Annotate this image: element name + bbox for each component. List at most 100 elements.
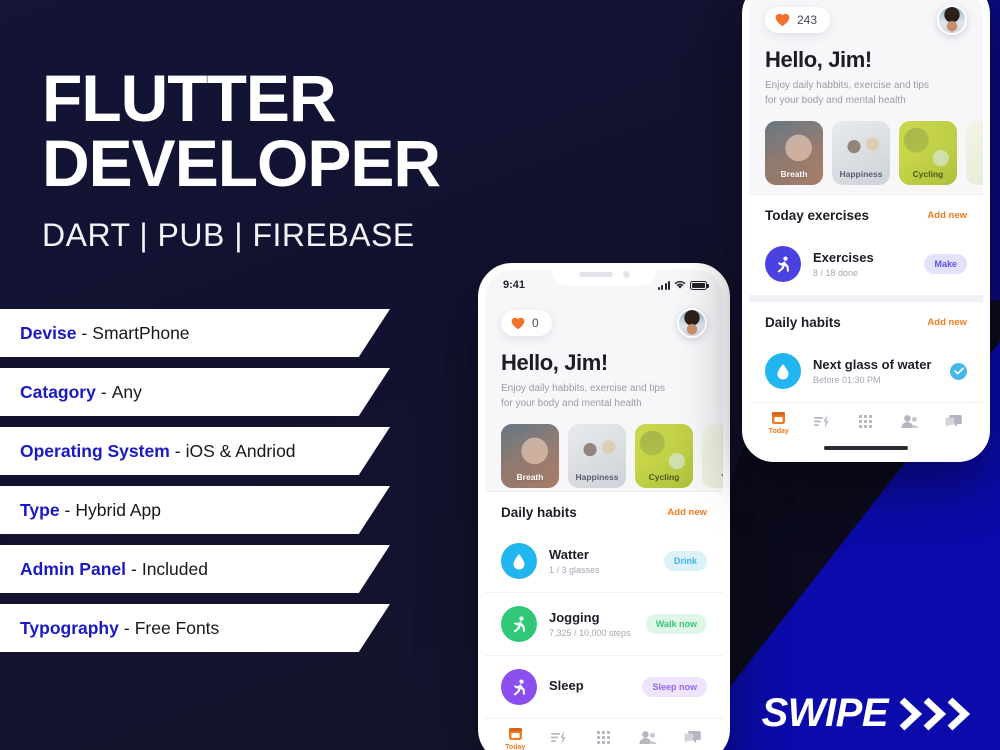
wifi-icon <box>674 281 686 289</box>
greeting-block: Hello, Jim! Enjoy daily habbits, exercis… <box>485 338 723 411</box>
feature-value: Included <box>141 558 208 579</box>
nav-item-stats[interactable] <box>803 414 841 432</box>
swipe-label: SWIPE <box>761 691 889 735</box>
people-icon <box>639 730 657 744</box>
nav-item-people[interactable] <box>629 730 667 748</box>
feature-key: Type <box>20 499 60 520</box>
water-drop-icon <box>501 543 537 579</box>
habit-row-sleep[interactable]: Sleep Sleep now <box>485 655 723 718</box>
habit-progress: 1 / 3 glasses <box>549 565 600 575</box>
chat-icon <box>945 414 962 428</box>
exercise-action-badge[interactable]: Make <box>924 254 967 275</box>
nav-item-today[interactable]: Today <box>496 726 534 750</box>
category-card-happiness[interactable]: Happiness <box>832 121 890 185</box>
category-card-yoga[interactable]: Yoga <box>702 424 723 488</box>
feature-value: Hybrid App <box>75 499 161 520</box>
heart-count-pill[interactable]: 0 <box>501 310 552 336</box>
habit-progress: 7,325 / 10,000 steps <box>549 628 631 638</box>
card-label: Breath <box>516 472 544 482</box>
avatar[interactable] <box>937 5 967 35</box>
category-card-happiness[interactable]: Happiness <box>568 424 626 488</box>
exercise-row[interactable]: Exercises 8 / 18 done Make <box>749 233 983 295</box>
card-photo <box>966 121 983 185</box>
nav-item-today[interactable]: Today <box>760 410 798 435</box>
feature-key: Typography <box>20 617 119 638</box>
habit-row-jogging[interactable]: Jogging 7,325 / 10,000 steps Walk now <box>485 592 723 655</box>
nav-label: Today <box>505 744 526 750</box>
chat-icon <box>684 730 702 743</box>
section-title: Daily habits <box>501 505 577 520</box>
nav-item-chat[interactable] <box>674 730 712 748</box>
habit-meta: Jogging 7,325 / 10,000 steps <box>549 610 634 638</box>
habit-meta: Next glass of water Before 01:30 PM <box>813 357 938 385</box>
grid-icon <box>859 414 873 428</box>
habit-action-badge[interactable]: Walk now <box>645 614 707 634</box>
avatar[interactable] <box>677 308 707 338</box>
nav-item-stats[interactable] <box>541 730 579 748</box>
section-title: Today exercises <box>765 208 870 224</box>
nav-label: Today <box>768 428 789 436</box>
feature-value: iOS & Andriod <box>185 440 296 461</box>
category-carousel[interactable]: Breath Happiness Cycling Yoga <box>485 411 723 491</box>
battery-icon <box>690 280 709 290</box>
bottom-navigation: Today <box>485 718 723 750</box>
category-card-breath[interactable]: Breath <box>501 424 559 488</box>
habit-name: Next glass of water <box>813 357 932 373</box>
habit-action-badge[interactable]: Drink <box>663 551 707 571</box>
feature-dash: - <box>64 499 71 520</box>
phone-center-screen: 9:41 0 Hello, Jim! Enjoy daily habbits, … <box>485 270 723 750</box>
heart-count-pill[interactable]: 243 <box>765 7 831 33</box>
habit-name: Sleep <box>549 678 584 693</box>
greeting-title: Hello, Jim! <box>765 47 872 72</box>
habit-row-next-glass-of-water[interactable]: Next glass of water Before 01:30 PM <box>749 340 983 402</box>
nav-item-grid[interactable] <box>847 414 885 432</box>
add-new-button[interactable]: Add new <box>927 210 967 221</box>
habit-action-badge[interactable]: Sleep now <box>642 677 707 697</box>
category-carousel[interactable]: Breath Happiness Cycling Yoga <box>749 108 983 194</box>
feature-item-devise: Devise - SmartPhone <box>0 309 390 357</box>
feature-item-type: Type - Hybrid App <box>0 486 390 534</box>
phone-mockup-center: 9:41 0 Hello, Jim! Enjoy daily habbits, … <box>478 263 730 750</box>
feature-item-typography: Typography - Free Fonts <box>0 604 390 652</box>
exercise-list: Exercises 8 / 18 done Make <box>749 233 983 296</box>
card-label: Breath <box>780 169 808 179</box>
habit-check-icon[interactable] <box>950 362 967 380</box>
feature-dash: - <box>131 558 137 579</box>
greeting-subtitle-line2: for your body and mental health <box>765 94 906 106</box>
headline-subtitle: DART | PUB | FIREBASE <box>42 217 415 254</box>
daily-habits-section: Daily habits Add new <box>749 295 983 341</box>
feature-key: Admin Panel <box>20 558 126 579</box>
add-new-button[interactable]: Add new <box>667 507 707 518</box>
feature-key: Devise <box>20 322 77 343</box>
habit-meta: Watter 1 / 3 glasses <box>549 547 652 575</box>
feature-key: Catagory <box>20 381 96 402</box>
feature-item-catagory: Catagory - Any <box>0 368 390 416</box>
add-new-button[interactable]: Add new <box>927 317 967 328</box>
category-card-cycling[interactable]: Cycling <box>635 424 693 488</box>
calendar-icon <box>508 728 522 740</box>
habit-row-watter[interactable]: Watter 1 / 3 glasses Drink <box>485 530 723 592</box>
feature-dash: - <box>81 322 88 343</box>
habit-list: Next glass of water Before 01:30 PM <box>749 340 983 403</box>
front-camera-icon <box>622 270 630 278</box>
nav-item-grid[interactable] <box>585 730 623 748</box>
nav-item-chat[interactable] <box>934 414 972 432</box>
card-photo <box>702 424 723 488</box>
swipe-chevrons <box>898 696 974 731</box>
category-card-breath[interactable]: Breath <box>765 121 823 185</box>
category-card-yoga[interactable]: Yoga <box>966 121 983 185</box>
grid-icon <box>597 730 611 744</box>
today-exercises-header: Today exercises Add new <box>765 208 967 223</box>
section-title: Daily habits <box>765 315 841 331</box>
phone-center-header: 0 <box>485 300 723 338</box>
category-card-cycling[interactable]: Cycling <box>899 121 957 185</box>
feature-list: Devise - SmartPhone Catagory - Any Opera… <box>0 309 390 663</box>
swipe-indicator[interactable]: SWIPE <box>762 691 974 736</box>
signal-icon <box>657 280 670 290</box>
people-icon <box>900 414 919 428</box>
nav-item-people[interactable] <box>891 414 929 432</box>
habit-name: Watter <box>549 547 589 562</box>
sleep-icon <box>501 669 537 705</box>
calendar-icon <box>772 412 786 425</box>
exercise-meta: Exercises 8 / 18 done <box>813 250 912 278</box>
